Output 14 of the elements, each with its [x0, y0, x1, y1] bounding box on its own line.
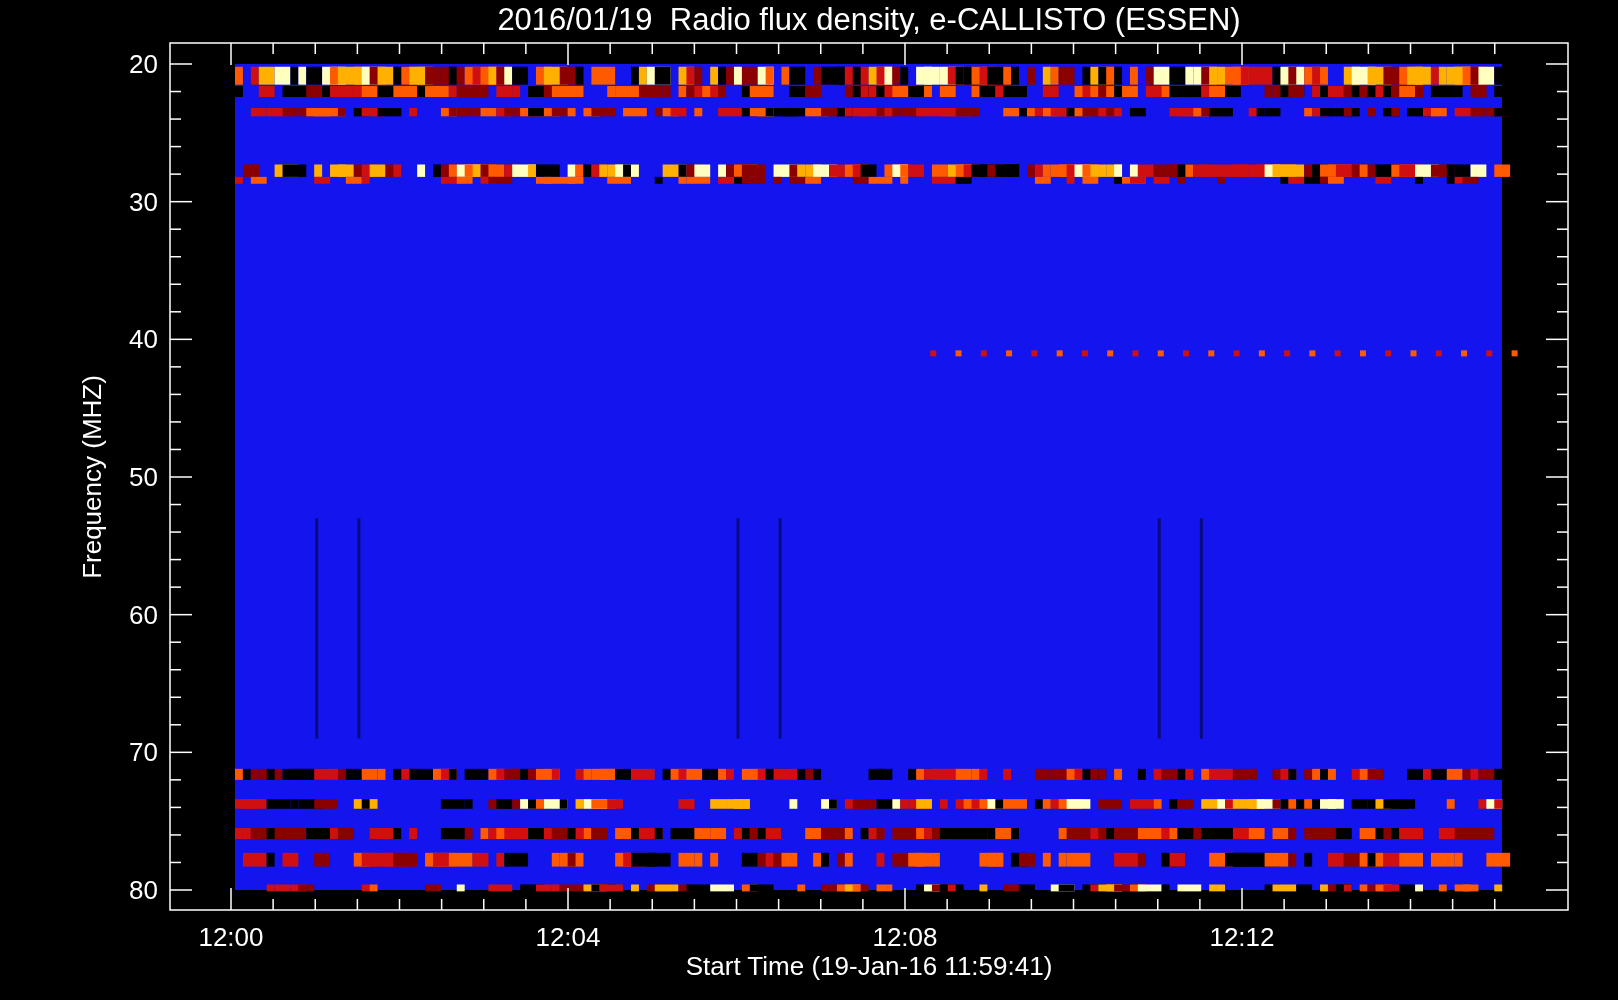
x-tick-label: 12:04: [535, 922, 601, 952]
y-tick-label: 70: [129, 737, 158, 768]
y-tick-label: 20: [129, 49, 158, 79]
x-axis-label: Start Time (19-Jan-16 11:59:41): [685, 951, 1053, 981]
x-tick-label: 12:08: [872, 922, 938, 952]
y-tick-label: 30: [129, 186, 158, 217]
x-tick-label: 12:12: [1209, 922, 1275, 952]
x-tick-label: 12:00: [198, 922, 264, 952]
y-tick-label: 40: [129, 324, 158, 355]
y-tick-label: 50: [129, 462, 158, 492]
chart-title: 2016/01/19 Radio flux density, e-CALLISTO (ESSEN): [497, 2, 1241, 37]
y-axis-label: Frequency (MHZ): [77, 375, 107, 579]
y-tick-label: 60: [129, 599, 158, 630]
y-tick-label: 80: [129, 875, 158, 905]
